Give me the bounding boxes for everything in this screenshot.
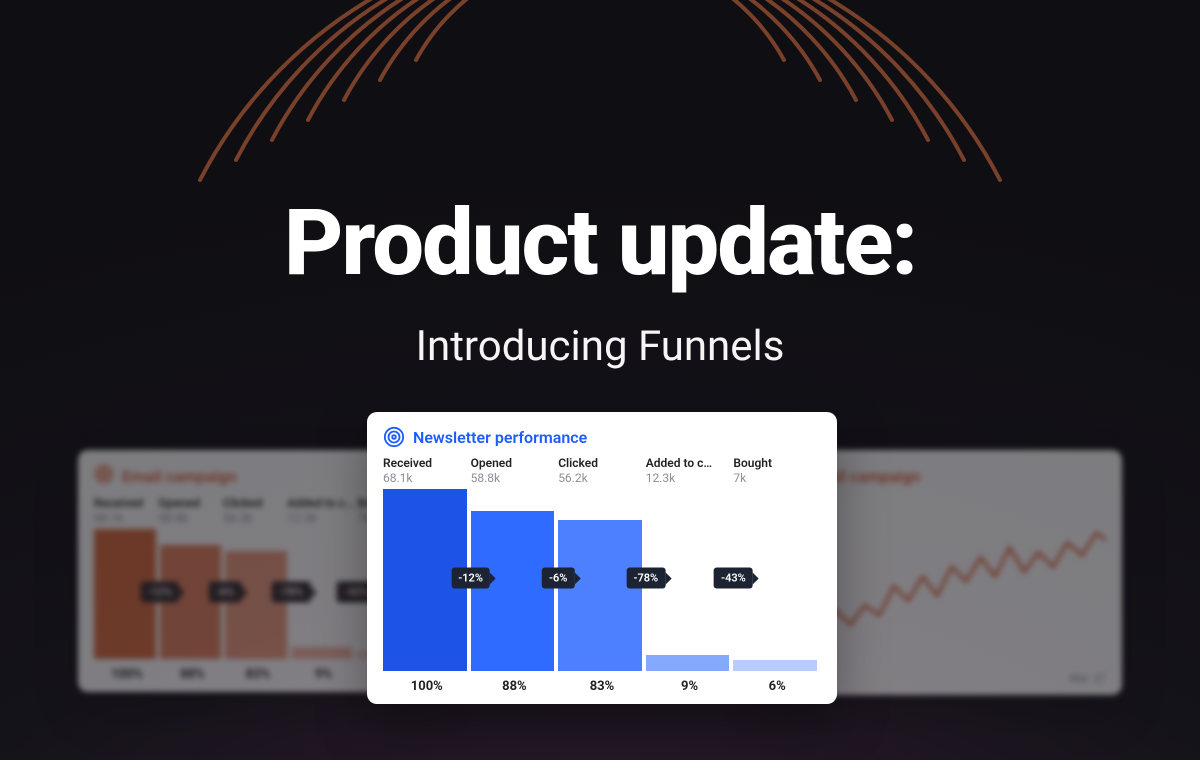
stage-pct-row: 100% 88% 83% 9% 6% [383, 679, 821, 694]
page-subtitle: Introducing Funnels [0, 322, 1200, 371]
stage-label: Opened [158, 496, 218, 510]
stage-pct: 100% [383, 679, 471, 694]
drop-badge: -12% [140, 582, 179, 603]
card-header: Newsletter performance [383, 426, 821, 448]
stage-label: Added to c… [646, 456, 730, 470]
stage-count: 12.3k [287, 511, 353, 525]
drop-badge: -12% [451, 568, 490, 589]
drop-badge: -43% [714, 568, 753, 589]
funnel-bars: -12% -6% -78% -43% [383, 485, 821, 671]
funnel-bar [646, 655, 730, 671]
stage-pct: 100% [94, 667, 160, 682]
funnel-bar [94, 529, 156, 659]
xtick: Mar. 27 [1069, 672, 1106, 685]
funnel-bar [558, 520, 642, 671]
funnel-bar [291, 647, 353, 659]
funnel-bar [471, 511, 555, 671]
stage-pct: 9% [646, 679, 734, 694]
card-title: Newsletter performance [413, 428, 587, 447]
stage-header-row: Received68.1k Opened58.8k Clicked56.2k A… [383, 456, 821, 485]
stage-pct: 83% [558, 679, 646, 694]
drop-badge: -6% [209, 582, 241, 603]
swirl-icon [383, 426, 405, 448]
stage-label: Opened [471, 456, 555, 470]
drop-badge: -78% [271, 582, 310, 603]
ghost-left-title: Email campaign [122, 467, 236, 486]
stage-pct: 9% [291, 667, 357, 682]
stage-label: Clicked [223, 496, 283, 510]
funnel-bar [160, 545, 222, 659]
stage-pct: 88% [471, 679, 559, 694]
stage-count: 68.1k [94, 511, 154, 525]
stage-count: 12.3k [646, 471, 730, 485]
stage-pct: 83% [225, 667, 291, 682]
stage-count: 58.8k [158, 511, 218, 525]
stage-count: 68.1k [383, 471, 467, 485]
stage-count: 56.2k [558, 471, 642, 485]
funnel-card-main: Newsletter performance Received68.1k Ope… [367, 412, 837, 704]
stage-label: Received [383, 456, 467, 470]
stage-label: Received [94, 496, 154, 510]
stage-count: 7k [733, 471, 817, 485]
stage-count: 58.8k [471, 471, 555, 485]
drop-badge: -78% [626, 568, 665, 589]
swirl-icon [94, 464, 114, 488]
stage-pct: 6% [733, 679, 821, 694]
stage-label: Clicked [558, 456, 642, 470]
funnel-bar [225, 551, 287, 659]
stage-label: Added to c… [287, 496, 353, 510]
drop-badge: -6% [542, 568, 574, 589]
stage-label: Bought [733, 456, 817, 470]
stage-pct: 88% [160, 667, 226, 682]
page-title: Product update: [0, 190, 1200, 297]
funnel-bar [733, 660, 817, 671]
stage-count: 56.2k [223, 511, 283, 525]
